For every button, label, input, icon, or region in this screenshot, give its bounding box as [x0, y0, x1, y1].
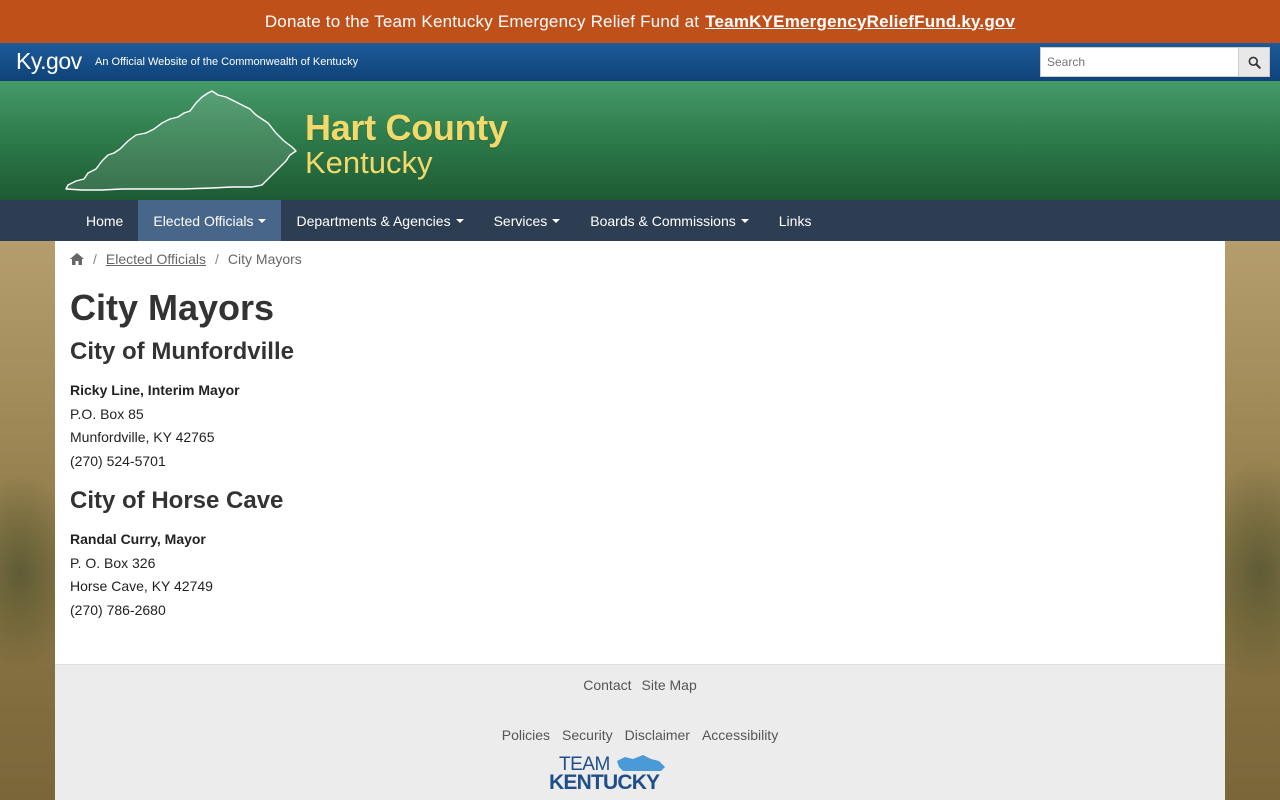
- nav-item-elected-officials[interactable]: Elected Officials: [138, 200, 282, 241]
- footer-link-accessibility[interactable]: Accessibility: [702, 727, 778, 743]
- city-heading-horse-cave: City of Horse Cave: [70, 487, 284, 514]
- county-banner: Hart County Kentucky: [0, 81, 1280, 200]
- phone-number: (270) 786-2680: [70, 601, 166, 618]
- nav-item-label: Boards & Commissions: [590, 212, 736, 229]
- nav-item-label: Home: [86, 212, 124, 229]
- breadcrumb: / Elected Officials / City Mayors: [70, 251, 302, 267]
- main-navigation: Home Elected Officials Departments & Age…: [0, 200, 1280, 241]
- caret-down-icon: [740, 218, 749, 223]
- footer-links-primary: Contact Site Map: [55, 677, 1225, 693]
- nav-item-label: Elected Officials: [153, 212, 254, 229]
- breadcrumb-elected-officials[interactable]: Elected Officials: [106, 251, 206, 267]
- kygov-logo[interactable]: Ky.gov: [16, 48, 82, 75]
- search-input[interactable]: [1040, 47, 1238, 77]
- nav-item-label: Departments & Agencies: [296, 212, 451, 229]
- state-subtitle: Kentucky: [305, 145, 433, 180]
- home-icon[interactable]: [70, 253, 84, 265]
- team-logo-kentucky-text: KENTUCKY: [549, 771, 660, 793]
- footer-link-policies[interactable]: Policies: [502, 727, 550, 743]
- footer-link-contact[interactable]: Contact: [583, 677, 631, 693]
- address-line-2: Horse Cave, KY 42749: [70, 578, 213, 594]
- kygov-tagline: An Official Website of the Commonwealth …: [95, 56, 359, 68]
- nav-item-home[interactable]: Home: [71, 200, 138, 241]
- footer: Contact Site Map Policies Security Discl…: [55, 664, 1225, 800]
- main-content: / Elected Officials / City Mayors City M…: [55, 241, 1225, 665]
- search-form: [1040, 47, 1270, 77]
- nav-item-label: Links: [778, 212, 812, 229]
- mayor-name: Ricky Line, Interim Mayor: [70, 382, 240, 398]
- breadcrumb-current: City Mayors: [227, 251, 302, 267]
- search-button[interactable]: [1238, 47, 1270, 77]
- nav-item-services[interactable]: Services: [479, 200, 576, 241]
- donate-link[interactable]: TeamKYEmergencyReliefFund.ky.gov: [705, 12, 1015, 32]
- phone-number: (270) 524-5701: [70, 452, 166, 469]
- caret-down-icon: [552, 218, 561, 223]
- nav-item-boards-commissions[interactable]: Boards & Commissions: [575, 200, 764, 241]
- contact-block-horse-cave: Randal Curry, Mayor P. O. Box 326 Horse …: [70, 528, 213, 622]
- nav-item-departments-agencies[interactable]: Departments & Agencies: [281, 200, 478, 241]
- mayor-name: Randal Curry, Mayor: [70, 531, 206, 547]
- page-title: City Mayors: [70, 287, 275, 328]
- team-kentucky-logo[interactable]: TEAM KENTUCKY: [547, 753, 677, 793]
- breadcrumb-separator: /: [215, 251, 219, 267]
- address-line-2: Munfordville, KY 42765: [70, 429, 215, 445]
- county-title[interactable]: Hart County: [305, 107, 508, 149]
- donate-text: Donate to the Team Kentucky Emergency Re…: [264, 11, 700, 31]
- search-icon: [1248, 56, 1261, 69]
- address-line-1: P. O. Box 326: [70, 554, 156, 571]
- footer-links-secondary: Policies Security Disclaimer Accessibili…: [55, 727, 1225, 743]
- city-heading-munfordville: City of Munfordville: [70, 338, 294, 365]
- kygov-header: Ky.gov An Official Website of the Common…: [0, 43, 1280, 81]
- nav-item-label: Services: [493, 212, 548, 229]
- footer-link-disclaimer[interactable]: Disclaimer: [625, 727, 690, 743]
- contact-block-munfordville: Ricky Line, Interim Mayor P.O. Box 85 Mu…: [70, 379, 240, 473]
- caret-down-icon: [258, 218, 267, 223]
- donate-banner: Donate to the Team Kentucky Emergency Re…: [0, 0, 1280, 43]
- kentucky-map-outline: [65, 90, 297, 191]
- nav-item-links[interactable]: Links: [764, 200, 827, 241]
- breadcrumb-separator: /: [93, 251, 97, 267]
- footer-link-site-map[interactable]: Site Map: [642, 677, 697, 693]
- caret-down-icon: [455, 218, 464, 223]
- footer-link-security[interactable]: Security: [562, 727, 613, 743]
- address-line-1: P.O. Box 85: [70, 405, 144, 422]
